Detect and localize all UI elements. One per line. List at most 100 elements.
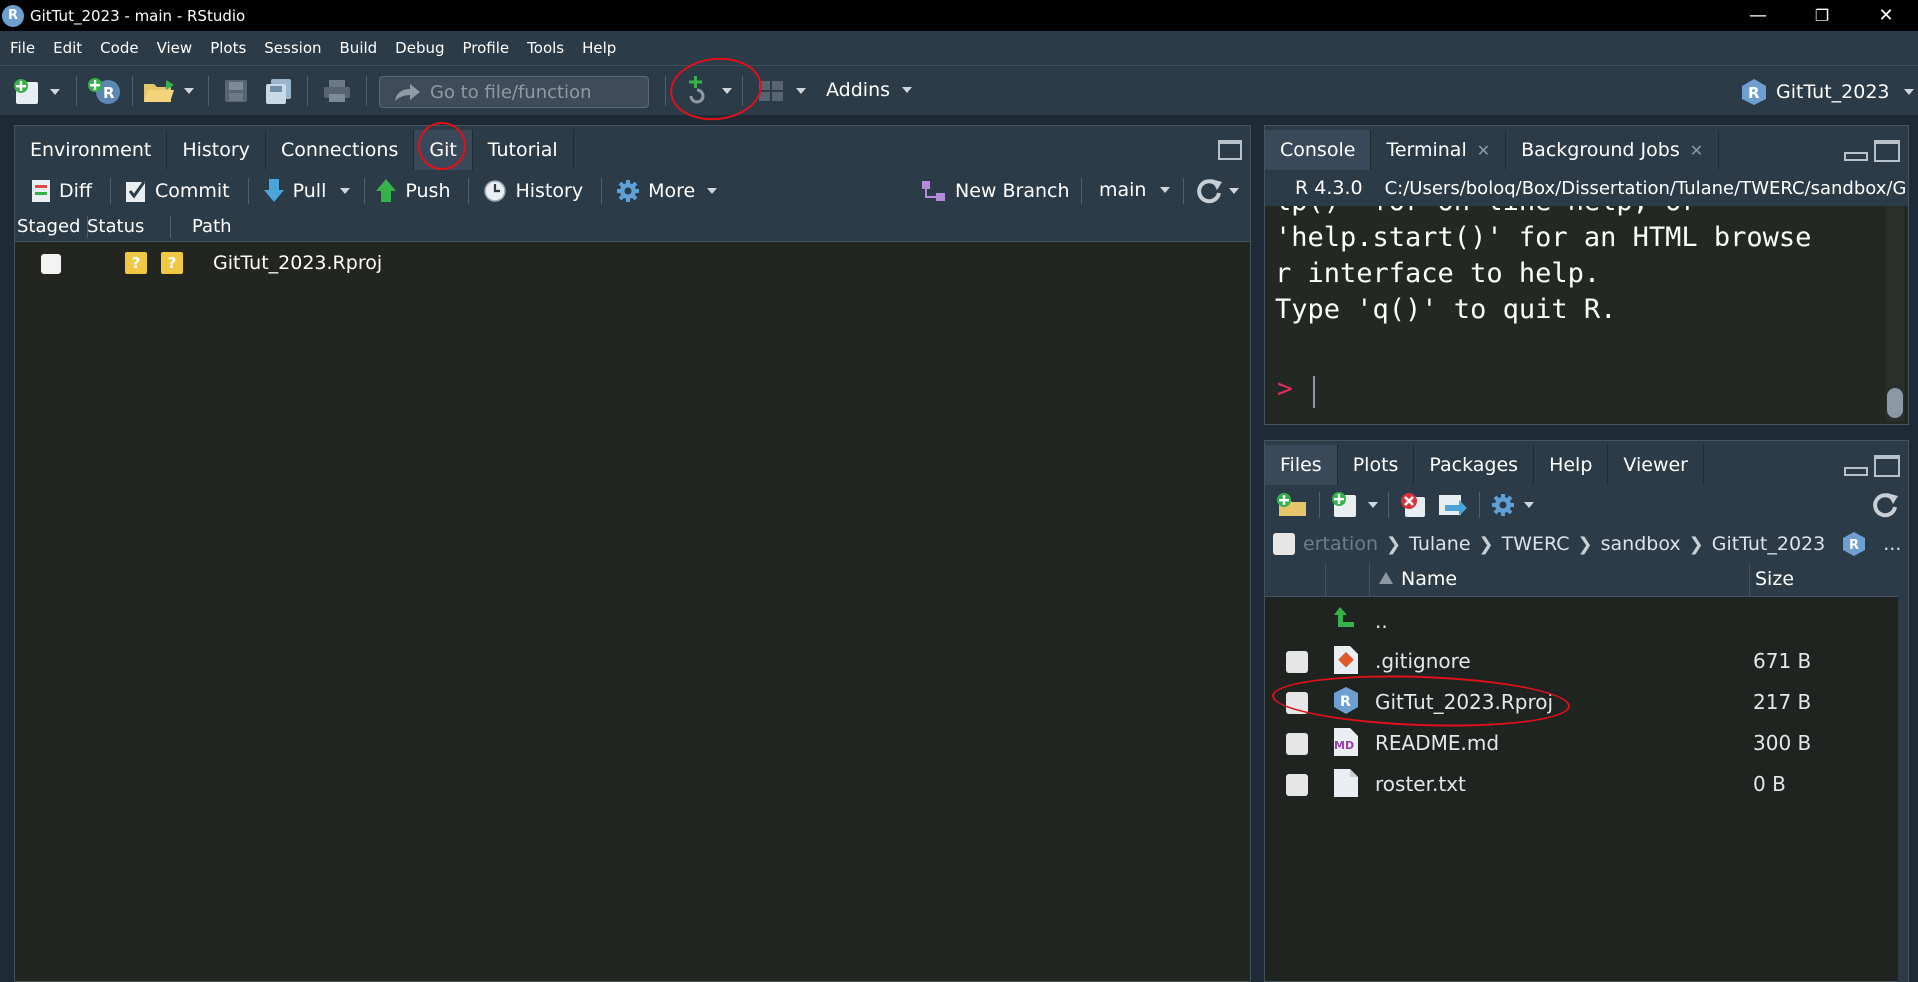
tab-files[interactable]: Files — [1265, 445, 1338, 485]
git-history-button[interactable]: History — [483, 179, 583, 203]
tab-terminal[interactable]: Terminal ✕ — [1371, 130, 1507, 170]
menu-help[interactable]: Help — [582, 39, 616, 57]
main-toolbar: R Go to file/function Addins R GitTut_20… — [0, 65, 1918, 115]
new-file-button[interactable] — [12, 78, 60, 106]
go-to-project-dir-icon[interactable]: R — [1841, 531, 1867, 557]
open-file-button[interactable] — [142, 78, 194, 104]
addins-menu[interactable]: Addins — [826, 79, 913, 101]
close-tab-icon[interactable]: ✕ — [1690, 141, 1703, 160]
file-row[interactable]: .gitignore 671 B — [1265, 641, 1908, 681]
rename-file-icon[interactable] — [1437, 491, 1469, 519]
minimize-pane-icon[interactable] — [1844, 152, 1868, 161]
tab-help[interactable]: Help — [1534, 445, 1609, 485]
close-button[interactable]: ✕ — [1854, 0, 1918, 31]
file-checkbox[interactable] — [1286, 733, 1308, 755]
diff-button[interactable]: Diff — [31, 179, 92, 203]
tab-git[interactable]: Git — [414, 130, 473, 170]
menu-debug[interactable]: Debug — [395, 39, 444, 57]
menu-tools[interactable]: Tools — [527, 39, 564, 57]
tab-packages[interactable]: Packages — [1414, 445, 1535, 485]
breadcrumb-item[interactable]: Tulane — [1409, 533, 1470, 555]
git-change-row[interactable]: ? ? GitTut_2023.Rproj — [15, 244, 1250, 282]
tab-connections[interactable]: Connections — [265, 130, 415, 170]
menu-bar: File Edit Code View Plots Session Build … — [0, 31, 1918, 65]
restore-button[interactable]: ❐ — [1790, 0, 1854, 31]
pull-button[interactable]: Pull — [263, 178, 351, 204]
new-blank-file-icon[interactable] — [1330, 491, 1360, 519]
menu-session[interactable]: Session — [264, 39, 321, 57]
file-name[interactable]: roster.txt — [1375, 772, 1466, 796]
tab-background-jobs[interactable]: Background Jobs ✕ — [1506, 130, 1720, 170]
maximize-pane-icon[interactable] — [1874, 455, 1900, 477]
file-name[interactable]: .gitignore — [1375, 649, 1471, 673]
pane-restore-icon[interactable] — [1218, 140, 1242, 160]
svg-text:R: R — [1849, 538, 1859, 553]
new-folder-icon[interactable] — [1275, 491, 1309, 519]
menu-profile[interactable]: Profile — [463, 39, 510, 57]
delete-file-icon[interactable] — [1399, 491, 1429, 519]
menu-view[interactable]: View — [157, 39, 193, 57]
breadcrumb-item[interactable]: TWERC — [1502, 533, 1570, 555]
more-menu[interactable]: More — [616, 179, 718, 203]
tab-environment[interactable]: Environment — [15, 130, 168, 170]
refresh-icon[interactable] — [1872, 491, 1900, 519]
goto-file-function-input[interactable]: Go to file/function — [379, 76, 649, 108]
file-checkbox[interactable] — [1286, 692, 1308, 714]
file-checkbox[interactable] — [1286, 774, 1308, 796]
breadcrumb-item[interactable]: ertation — [1303, 533, 1378, 555]
tab-history[interactable]: History — [167, 130, 266, 170]
file-row[interactable]: R GitTut_2023.Rproj 217 B — [1265, 682, 1908, 722]
file-row[interactable]: MD README.md 300 B — [1265, 723, 1908, 763]
tab-viewer[interactable]: Viewer — [1608, 445, 1704, 485]
col-size[interactable]: Size — [1755, 568, 1794, 590]
col-name[interactable]: Name — [1401, 568, 1457, 590]
branch-selector[interactable]: main — [1099, 179, 1171, 201]
files-scrollbar[interactable] — [1898, 563, 1908, 982]
close-tab-icon[interactable]: ✕ — [1477, 141, 1490, 160]
tab-console[interactable]: Console — [1265, 130, 1372, 170]
working-directory[interactable]: C:/Users/boloq/Box/Dissertation/Tulane/T… — [1385, 178, 1908, 199]
console-input[interactable] — [1313, 376, 1315, 408]
more-files-caret-icon[interactable] — [1524, 502, 1534, 508]
file-checkbox[interactable] — [1286, 651, 1308, 673]
staged-checkbox[interactable] — [41, 254, 61, 274]
menu-plots[interactable]: Plots — [210, 39, 246, 57]
minimize-button[interactable]: — — [1726, 0, 1790, 31]
print-button[interactable] — [322, 78, 352, 104]
file-name[interactable]: GitTut_2023.Rproj — [1375, 690, 1553, 714]
breadcrumb-item[interactable]: GitTut_2023 — [1712, 533, 1826, 555]
project-menu[interactable]: R GitTut_2023 — [1740, 78, 1914, 106]
refresh-git-button[interactable] — [1195, 177, 1239, 205]
save-all-button[interactable] — [264, 77, 294, 105]
parent-directory-row[interactable]: .. — [1265, 601, 1908, 641]
breadcrumb-item[interactable]: sandbox — [1601, 533, 1681, 555]
version-control-button[interactable] — [684, 74, 732, 108]
new-blank-file-caret-icon[interactable] — [1368, 502, 1378, 508]
save-button[interactable] — [223, 78, 249, 104]
menu-code[interactable]: Code — [100, 39, 138, 57]
branch-icon — [922, 181, 945, 201]
select-all-checkbox[interactable] — [1273, 533, 1295, 555]
gear-icon[interactable] — [1490, 492, 1516, 518]
col-staged[interactable]: Staged — [17, 216, 80, 237]
maximize-pane-icon[interactable] — [1874, 140, 1900, 162]
col-path[interactable]: Path — [192, 216, 232, 237]
pane-layout-button[interactable] — [758, 80, 806, 102]
tab-plots[interactable]: Plots — [1337, 445, 1415, 485]
menu-build[interactable]: Build — [340, 39, 378, 57]
file-row[interactable]: roster.txt 0 B — [1265, 764, 1908, 804]
new-project-button[interactable]: R — [86, 76, 122, 106]
console-scroll-thumb[interactable] — [1887, 388, 1903, 418]
menu-edit[interactable]: Edit — [53, 39, 82, 57]
file-name[interactable]: README.md — [1375, 731, 1499, 755]
minimize-pane-icon[interactable] — [1844, 467, 1868, 476]
commit-button[interactable]: Commit — [125, 179, 230, 203]
parent-directory-label: .. — [1375, 609, 1388, 633]
breadcrumb-more-button[interactable]: ... — [1883, 533, 1901, 555]
tab-tutorial[interactable]: Tutorial — [472, 130, 574, 170]
push-button[interactable]: Push — [375, 178, 450, 204]
col-status[interactable]: Status — [87, 216, 144, 237]
vcs-caret-icon — [722, 88, 732, 94]
menu-file[interactable]: File — [10, 39, 35, 57]
new-branch-button[interactable]: New Branch — [921, 179, 1070, 203]
